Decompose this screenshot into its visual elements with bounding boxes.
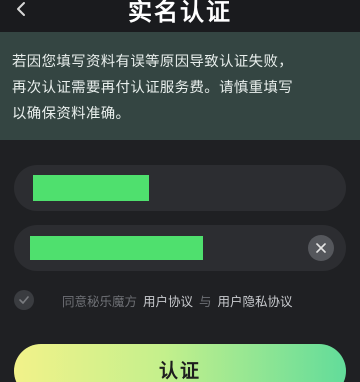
header-bar: 实名认证 [0, 0, 360, 32]
notice-line: 再次认证需要再付认证服务费。请慎重填写 [12, 80, 294, 96]
id-number-input[interactable] [14, 225, 346, 271]
page-title: 实名认证 [128, 0, 232, 26]
warning-notice: 若因您填写资料有误等原因导致认证失败， 再次认证需要再付认证服务费。请慎重填写 … [0, 32, 360, 140]
notice-line: 以确保资料准确。 [12, 106, 131, 122]
privacy-agreement-link[interactable]: 用户隐私协议 [218, 291, 293, 310]
close-icon [316, 243, 326, 253]
user-agreement-link[interactable]: 用户协议 [143, 291, 193, 310]
agreement-conjunction: 与 [199, 293, 212, 309]
agreement-row: 同意秘乐魔方 用户协议 与 用户隐私协议 [14, 289, 299, 311]
redacted-value [33, 175, 149, 201]
notice-line: 若因您填写资料有误等原因导致认证失败， [12, 54, 294, 70]
check-icon [19, 296, 29, 304]
agreement-prefix: 同意秘乐魔方 [62, 293, 138, 309]
clear-input-button[interactable] [308, 235, 334, 261]
name-input[interactable] [14, 165, 346, 211]
agreement-checkbox[interactable] [14, 290, 34, 310]
verify-button[interactable]: 认证 [14, 344, 346, 382]
real-name-verification-page: 实名认证 若因您填写资料有误等原因导致认证失败， 再次认证需要再付认证服务费。请… [0, 0, 360, 382]
redacted-value [30, 236, 203, 260]
